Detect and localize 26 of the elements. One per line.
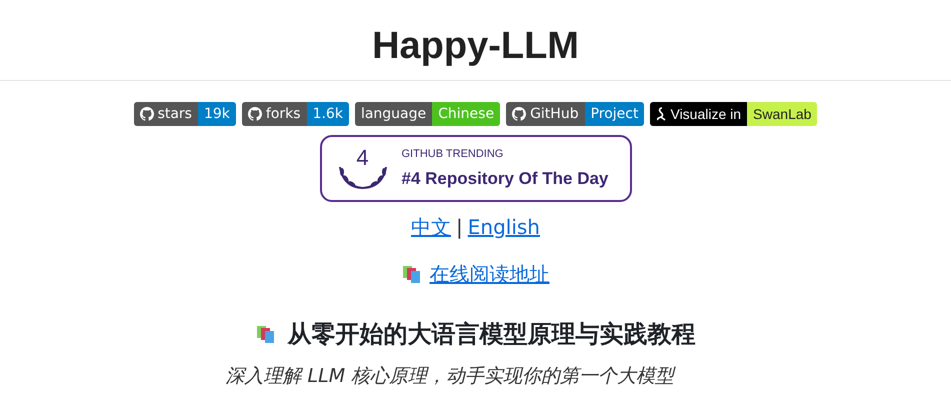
page-title: Happy-LLM (372, 24, 579, 69)
trending-badge[interactable]: 4 GITHUB TRENDING #4 Repository Of The Day (320, 135, 632, 202)
badge-label: forks (266, 105, 301, 124)
rank-number: 4 (356, 144, 369, 172)
badge-label: stars (158, 105, 192, 124)
trending-headline: #4 Repository Of The Day (402, 168, 608, 190)
trending-caption: GITHUB TRENDING (402, 146, 504, 162)
badge-value: 1.6k (306, 102, 349, 126)
language-link[interactable]: 中文 (411, 212, 452, 242)
subtitle: 深入理解 LLM 核心原理，动手实现你的第一个大模型 (226, 364, 677, 389)
language-link[interactable]: English (468, 212, 540, 242)
github-icon (140, 107, 154, 121)
separator: | (456, 214, 463, 241)
swan-icon (656, 107, 666, 121)
badge-label: Visualize in (670, 105, 742, 124)
badge-value: Chinese (432, 102, 500, 126)
books-icon (402, 264, 422, 284)
badge-value: Project (584, 102, 644, 126)
badge-value: 19k (198, 102, 236, 126)
badge-label: GitHub (530, 105, 579, 124)
section-heading: 从零开始的大语言模型原理与实践教程 (288, 319, 696, 350)
books-icon (256, 324, 276, 344)
badge-label: language (360, 105, 426, 124)
badge-value: SwanLab (747, 102, 818, 126)
github-icon (512, 107, 526, 121)
github-icon (248, 107, 262, 121)
